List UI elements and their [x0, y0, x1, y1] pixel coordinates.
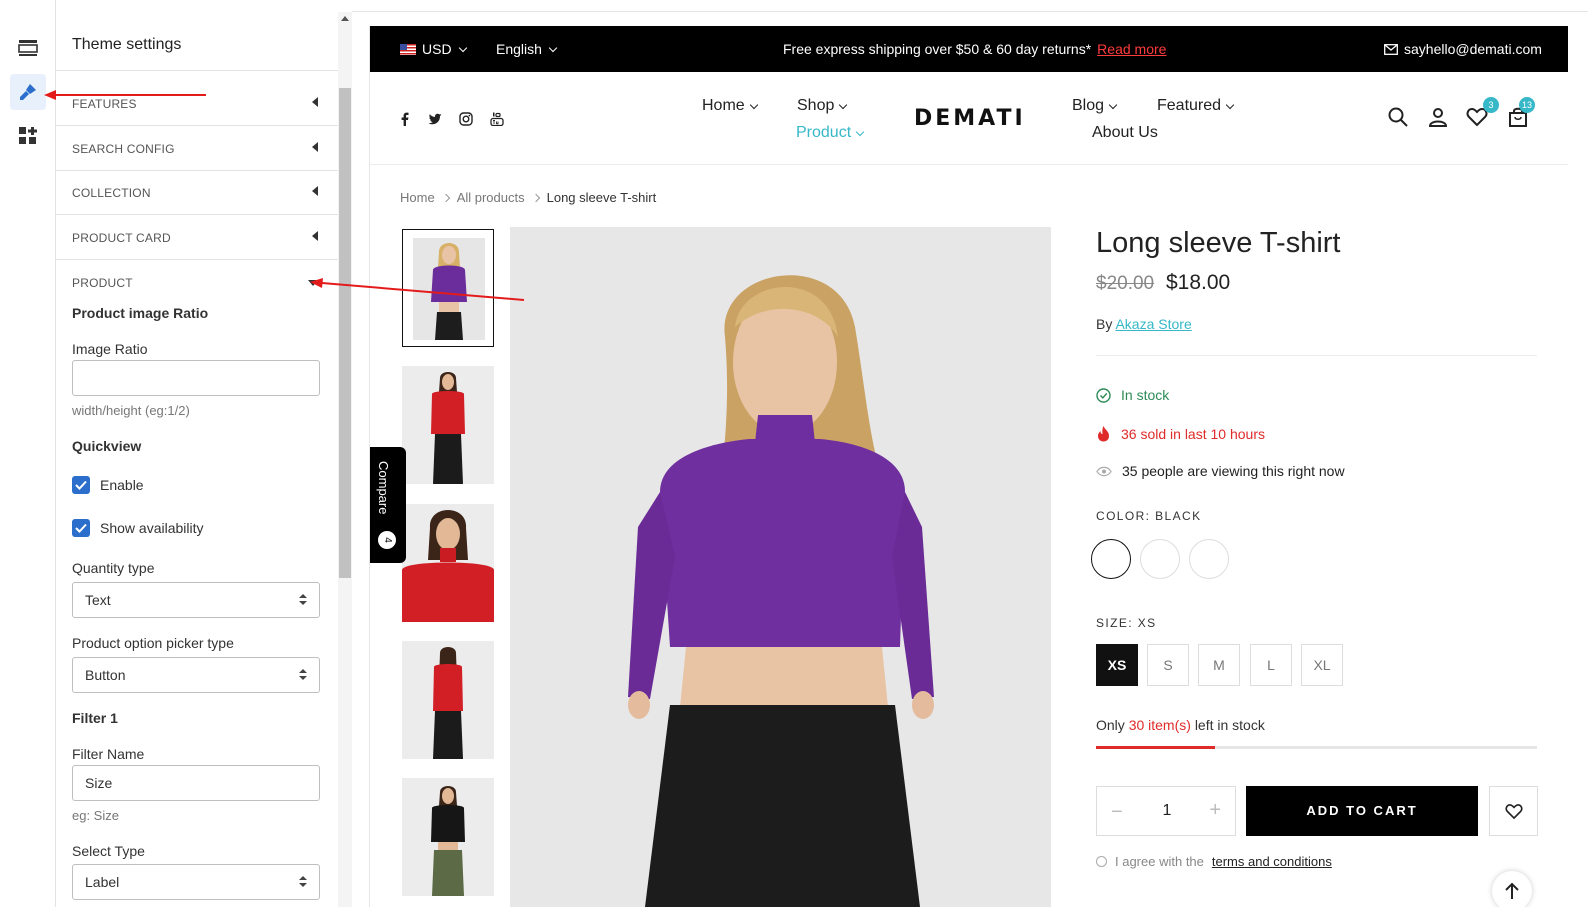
annotation-arrows: [44, 90, 525, 301]
annotation-arrowhead: [310, 278, 323, 288]
annotation-arrowhead: [44, 90, 56, 100]
annotation-arrow: [321, 282, 525, 301]
